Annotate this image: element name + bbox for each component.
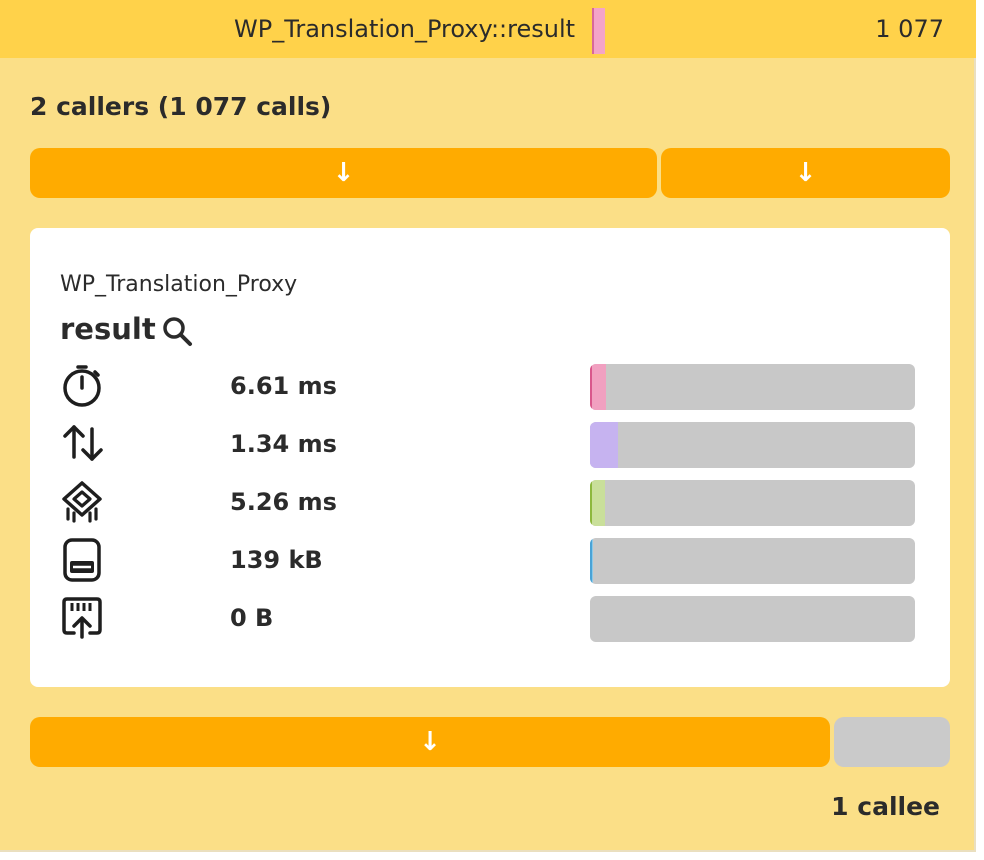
caller-button-1[interactable]: ↓	[30, 148, 657, 198]
cpu-icon	[62, 481, 102, 523]
metric-network: 0 B	[60, 595, 916, 642]
callgraph-panel: WP_Translation_Proxy::result 1 077 2 cal…	[0, 0, 976, 852]
metric-bar-fill	[590, 364, 607, 410]
metric-value: 6.61 ms	[230, 372, 337, 400]
call-count: 1 077	[875, 15, 944, 43]
metric-bar	[590, 364, 915, 410]
metric-value: 5.26 ms	[230, 488, 337, 516]
metric-bar	[590, 480, 915, 526]
callers-title: 2 callers (1 077 calls)	[30, 92, 332, 121]
metric-value: 139 kB	[230, 546, 323, 574]
caller-button-2[interactable]: ↓	[661, 148, 950, 198]
class-name: WP_Translation_Proxy	[60, 272, 298, 297]
page-edge	[976, 0, 984, 860]
arrow-down-icon: ↓	[419, 727, 441, 757]
method-name: result	[60, 312, 156, 346]
arrow-down-icon: ↓	[794, 158, 817, 188]
stopwatch-icon	[63, 365, 101, 407]
metric-memory: 139 kB	[60, 537, 916, 584]
cost-marker	[592, 8, 605, 54]
callee-button-other[interactable]	[834, 717, 950, 767]
metric-value: 0 B	[230, 604, 274, 632]
metric-bar-fill	[590, 422, 618, 468]
io-arrows-icon	[63, 425, 103, 461]
memory-icon	[63, 538, 101, 582]
callee-button-1[interactable]: ↓	[30, 717, 830, 767]
metric-bar-fill	[590, 480, 605, 526]
search-icon[interactable]	[160, 314, 196, 350]
function-detail-card: WP_Translation_Proxy result 6.61 ms 1.34…	[30, 228, 950, 687]
arrow-down-icon: ↓	[332, 158, 355, 188]
metric-bar	[590, 538, 915, 584]
function-title: WP_Translation_Proxy::result	[234, 15, 576, 43]
callees-title: 1 callee	[831, 792, 940, 821]
metric-bar	[590, 596, 915, 642]
network-icon	[62, 597, 102, 639]
metric-value: 1.34 ms	[230, 430, 337, 458]
page-edge	[0, 852, 984, 860]
method-row: result	[60, 308, 196, 350]
metric-cpu-time: 5.26 ms	[60, 479, 916, 526]
metric-wall-time: 6.61 ms	[60, 363, 916, 410]
metric-io-time: 1.34 ms	[60, 421, 916, 468]
function-header[interactable]: WP_Translation_Proxy::result 1 077	[0, 0, 976, 58]
metric-bar	[590, 422, 915, 468]
metric-bar-fill	[590, 538, 593, 584]
